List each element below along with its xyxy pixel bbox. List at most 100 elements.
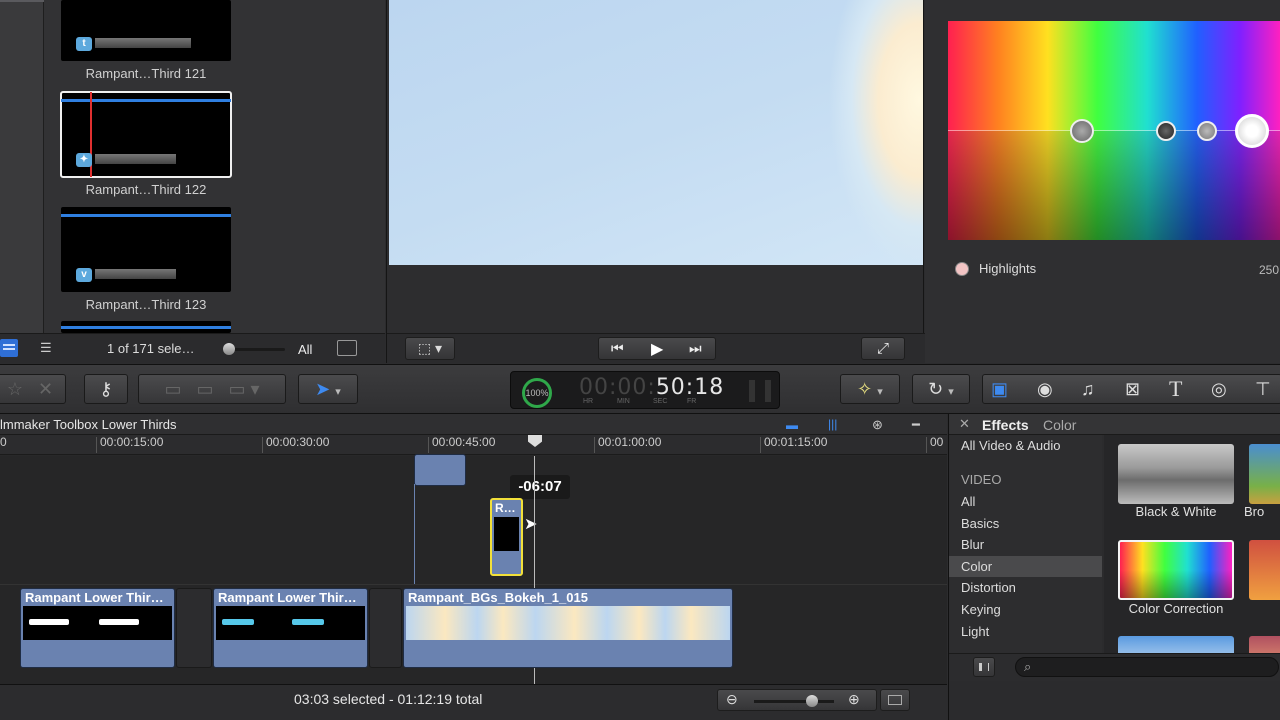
ruler-mark xyxy=(96,437,97,453)
edit-buttons[interactable]: ▭ ▭ ▭ ▾ xyxy=(138,374,286,404)
drag-offset-tooltip: -06:07 xyxy=(510,475,570,499)
color-inspector: Highlights 250 xyxy=(925,0,1280,363)
viewer-frame xyxy=(389,0,923,265)
highlights-puck[interactable] xyxy=(1235,114,1269,148)
midtones-puck[interactable] xyxy=(1197,121,1217,141)
transport-controls: ⏮ ▶ ⏭ xyxy=(598,337,716,360)
library-gutter xyxy=(0,0,44,333)
connected-clip-stub[interactable] xyxy=(414,454,466,486)
effects-grid: Black & White Bro Color Correction xyxy=(1104,435,1280,655)
timeline-status-text: 03:03 selected - 01:12:19 total xyxy=(294,691,483,707)
vimeo-icon: v xyxy=(76,268,92,282)
highlights-value[interactable]: 250 xyxy=(1259,263,1279,277)
zoom-slider[interactable] xyxy=(754,695,834,707)
clip-size-slider[interactable] xyxy=(223,343,285,355)
clip-thumbnail-121[interactable]: t xyxy=(61,0,231,61)
main-toolbar: ☆ ✕ ⚷ ▭ ▭ ▭ ▾ ➤ ▾ 100% 00:00:50:18 HR MI… xyxy=(0,364,1280,414)
select-tool-button[interactable]: ➤ ▾ xyxy=(298,374,358,404)
retime-button[interactable]: ↻ ▾ xyxy=(912,374,970,404)
snapping-icon[interactable]: ⊛ xyxy=(872,417,883,433)
list-view-icon[interactable]: ☰ xyxy=(40,340,60,356)
connect-icon: ▭ xyxy=(164,379,182,399)
playhead-handle[interactable] xyxy=(528,435,542,447)
close-icon[interactable]: ✕ xyxy=(959,416,970,432)
sidebar-toggle-button[interactable] xyxy=(973,657,995,677)
timeline: lmmaker Toolbox Lower Thirds ▬ ||| ⊛ ━ 0… xyxy=(0,414,947,720)
clip-appearance-icon[interactable]: ▬ xyxy=(786,418,810,432)
tc-label-min: MIN xyxy=(617,398,630,405)
keyword-button[interactable]: ⚷ xyxy=(84,374,128,404)
fx-category-keying[interactable]: Keying xyxy=(949,599,1102,620)
dragged-clip[interactable]: R… xyxy=(490,498,523,576)
previous-icon[interactable]: ⏮ xyxy=(611,340,624,357)
tumblr-icon: t xyxy=(76,37,92,51)
timeline-appearance-button[interactable] xyxy=(880,689,910,711)
fx-all-video-audio[interactable]: All Video & Audio xyxy=(949,435,1102,456)
color-board[interactable] xyxy=(948,21,1280,240)
fx-thumb-black-white[interactable] xyxy=(1118,444,1234,504)
effects-category-list: All Video & Audio VIDEO All Basics Blur … xyxy=(949,435,1102,655)
fx-thumb-partial[interactable] xyxy=(1249,540,1280,600)
titles-icon[interactable]: T xyxy=(1169,375,1182,403)
filmstrip-view-button[interactable] xyxy=(0,339,18,357)
gutter-strip xyxy=(0,0,44,2)
audio-skimming-icon[interactable]: ||| xyxy=(828,417,852,431)
effects-search-input[interactable]: ⌕ xyxy=(1015,657,1279,677)
crop-icon: ⬚ ▾ xyxy=(417,340,443,356)
timeline-clip[interactable]: Rampant_BGs_Bokeh_1_015 xyxy=(403,588,733,668)
clip-thumbnail-122[interactable]: ✦ xyxy=(60,91,232,178)
music-icon[interactable]: ♫ xyxy=(1081,375,1095,403)
ruler-tick: 00 xyxy=(930,435,944,449)
zoom-out-icon[interactable]: ⊖ xyxy=(726,691,738,708)
transitions-icon[interactable]: ⊠ xyxy=(1125,375,1140,403)
timeline-clip[interactable]: Rampant Lower Thir… xyxy=(213,588,368,668)
lower-third-cyan xyxy=(292,619,324,625)
append-icon: ▭ ▾ xyxy=(228,379,260,399)
gap-clip[interactable] xyxy=(369,588,402,668)
zoom-knob[interactable] xyxy=(806,695,818,707)
gap-clip[interactable] xyxy=(176,588,212,668)
themes-icon[interactable]: ⊤ xyxy=(1255,375,1271,403)
fx-category-basics[interactable]: Basics xyxy=(949,513,1102,534)
zoom-in-icon[interactable]: ⊕ xyxy=(848,691,860,708)
fx-thumb-color-correction[interactable] xyxy=(1118,540,1234,600)
dashboard-timecode[interactable]: 100% 00:00:50:18 HR MIN SEC FR xyxy=(510,371,780,409)
retime-icon: ↻ xyxy=(928,379,944,399)
ruler-tick: 00:01:15:00 xyxy=(764,435,828,449)
clip-filmstrip xyxy=(23,606,172,640)
slider-knob[interactable] xyxy=(223,343,235,355)
fx-category-light[interactable]: Light xyxy=(949,621,1102,642)
clip-name: Rampant_BGs_Bokeh_1_015 xyxy=(408,590,588,605)
filter-all[interactable]: All xyxy=(298,342,312,357)
clip-filmstrip xyxy=(216,606,365,640)
filmstrip-settings-icon[interactable] xyxy=(337,340,357,356)
shadows-puck[interactable] xyxy=(1156,121,1176,141)
twitter-icon: ✦ xyxy=(76,153,92,167)
fx-thumb-bro[interactable] xyxy=(1249,444,1280,504)
background-tasks-ring[interactable]: 100% xyxy=(522,378,552,408)
effects-browser-icon[interactable]: ▣ xyxy=(991,375,1008,403)
ruler-tick: 00:00:30:00 xyxy=(266,435,330,449)
mouse-cursor-icon: ➤ xyxy=(524,516,538,533)
global-puck[interactable] xyxy=(1070,119,1094,143)
transform-menu-button[interactable]: ⬚ ▾ xyxy=(405,337,455,360)
zoom-to-fit-icon[interactable]: ━ xyxy=(912,417,920,433)
fx-category-blur[interactable]: Blur xyxy=(949,534,1102,555)
fx-category-distortion[interactable]: Distortion xyxy=(949,577,1102,598)
enhancements-button[interactable]: ✧ ▾ xyxy=(840,374,900,404)
ruler-tick: 00:00:15:00 xyxy=(100,435,164,449)
fx-category-all[interactable]: All xyxy=(949,491,1102,512)
highlights-color-dot xyxy=(955,262,969,276)
fx-category-color[interactable]: Color xyxy=(949,556,1102,577)
fullscreen-button[interactable]: ⤢ xyxy=(861,337,905,360)
timeline-status-bar: 03:03 selected - 01:12:19 total ⊖ ⊕ xyxy=(0,684,947,720)
clip-thumbnail-124[interactable] xyxy=(61,321,231,333)
play-icon[interactable]: ▶ xyxy=(651,339,663,359)
next-icon[interactable]: ⏭ xyxy=(689,340,702,357)
clip-name: Rampant Lower Thir… xyxy=(25,590,164,605)
rating-buttons[interactable]: ☆ ✕ xyxy=(0,374,66,404)
clip-thumbnail-123[interactable]: v xyxy=(61,207,231,292)
generators-icon[interactable]: ◎ xyxy=(1211,375,1227,403)
photos-icon[interactable]: ◉ xyxy=(1037,375,1053,403)
timeline-clip[interactable]: Rampant Lower Thir… xyxy=(20,588,175,668)
